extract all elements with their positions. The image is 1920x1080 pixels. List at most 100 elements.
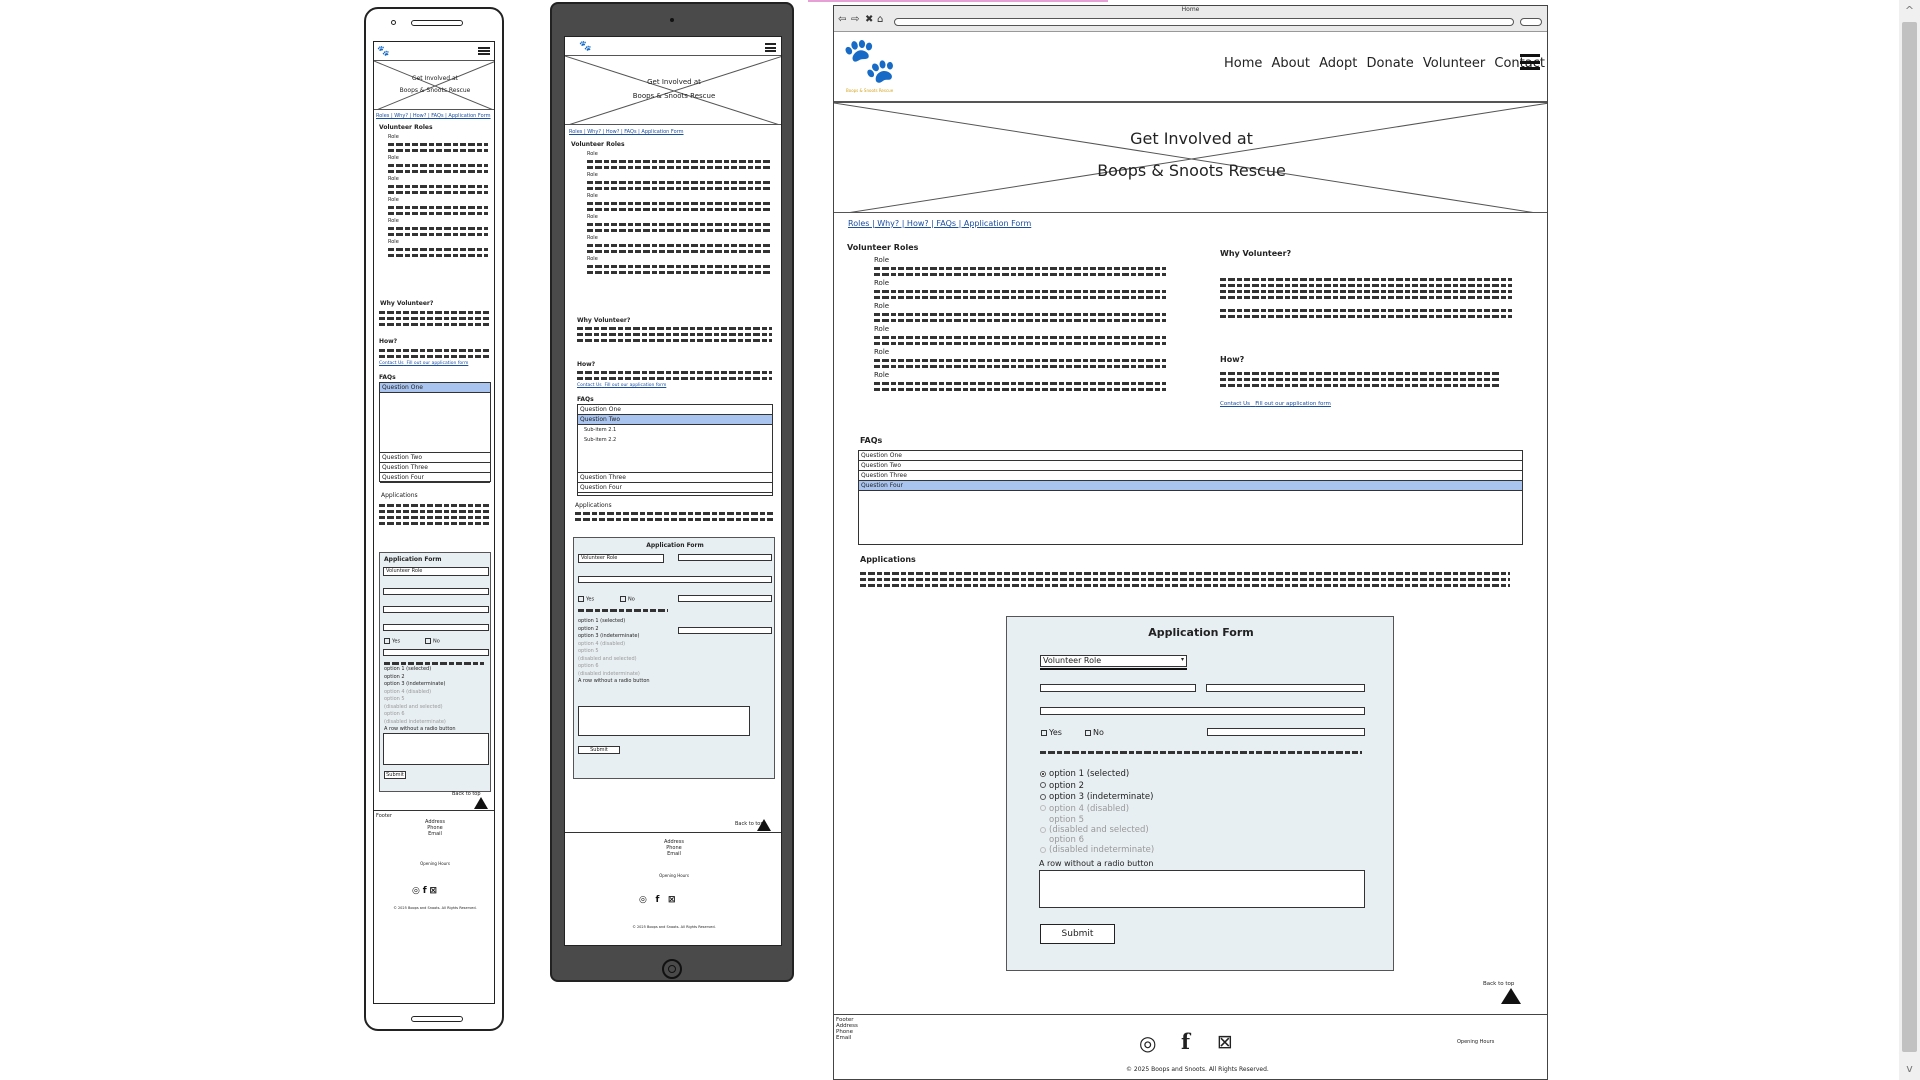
facebook-icon[interactable]: f bbox=[1181, 1029, 1190, 1054]
faq-accordion[interactable]: Question One Question Two Question Three… bbox=[858, 450, 1523, 545]
phone-hero-line1: Get Involved at bbox=[411, 75, 459, 82]
tablet-hero: Get Involved at Boops & Snoots Rescue bbox=[565, 55, 781, 125]
form-input-wide[interactable] bbox=[1040, 707, 1365, 715]
tablet-form-input[interactable] bbox=[678, 554, 772, 561]
url-bar[interactable] bbox=[894, 18, 1514, 26]
phone-anchor-links[interactable]: Roles | Why? | How? | FAQs | Application… bbox=[376, 113, 491, 119]
form-input-third[interactable] bbox=[1207, 728, 1365, 736]
nav-volunteer[interactable]: Volunteer bbox=[1423, 56, 1485, 71]
tablet-form-textarea[interactable] bbox=[578, 706, 750, 736]
phone-back-to-top-icon[interactable] bbox=[474, 797, 488, 809]
tablet-social-icons[interactable]: ◎ f ⊠ bbox=[639, 895, 676, 905]
faq-question-four[interactable]: Question Four bbox=[380, 473, 490, 483]
no-checkbox[interactable]: No bbox=[1085, 728, 1104, 737]
tablet-volunteer-role-select[interactable]: Volunteer Role bbox=[578, 554, 664, 563]
select-underline bbox=[1040, 668, 1187, 670]
faq-question-two[interactable]: Question Two bbox=[380, 453, 490, 463]
phone-volunteer-role-select[interactable]: Volunteer Role bbox=[383, 567, 489, 576]
phone-submit-button[interactable]: Submit bbox=[384, 771, 406, 779]
scroll-down-icon[interactable]: v bbox=[1902, 1062, 1917, 1076]
tablet-why-text bbox=[577, 324, 772, 345]
contact-links[interactable]: Contact Us Fill out our application form bbox=[1220, 401, 1331, 407]
tablet-contact-links[interactable]: Contact Us Fill out our application form bbox=[577, 383, 666, 388]
forward-icon[interactable]: ⇨ bbox=[851, 14, 859, 25]
phone-form-input[interactable] bbox=[383, 588, 489, 595]
search-pill[interactable] bbox=[1520, 18, 1542, 26]
section-anchor-links[interactable]: Roles | Why? | How? | FAQs | Application… bbox=[848, 219, 1031, 228]
x-icon[interactable]: ⊠ bbox=[1217, 1031, 1233, 1053]
nav-home[interactable]: Home bbox=[1224, 56, 1262, 71]
phone-hero: Get Involved at Boops & Snoots Rescue bbox=[374, 60, 494, 110]
phone-social-icons[interactable]: ◎ f ⊠ bbox=[412, 886, 437, 896]
phone-no-checkbox[interactable]: No bbox=[425, 638, 440, 645]
phone-form-input[interactable] bbox=[383, 624, 489, 631]
stop-icon[interactable]: ✖ bbox=[865, 14, 873, 25]
faq-question-two[interactable]: Question Two bbox=[578, 415, 772, 425]
hamburger-menu-icon[interactable] bbox=[1520, 54, 1540, 70]
tablet-hamburger-icon[interactable] bbox=[765, 43, 776, 52]
faq-question-two[interactable]: Question Two bbox=[859, 461, 1522, 471]
phone-faq-accordion[interactable]: Question One Question Two Question Three… bbox=[379, 382, 491, 483]
tablet-form-input[interactable] bbox=[678, 595, 772, 602]
tablet-yes-checkbox[interactable]: Yes bbox=[578, 596, 594, 603]
nav-about[interactable]: About bbox=[1272, 56, 1310, 71]
back-to-top-label[interactable]: Back to top bbox=[1483, 981, 1514, 987]
faqs-heading: FAQs bbox=[860, 436, 883, 445]
tablet-applications-text bbox=[575, 509, 775, 524]
faq-question-four[interactable]: Question Four bbox=[859, 481, 1522, 491]
contact-us-link[interactable]: Contact Us bbox=[1220, 401, 1250, 407]
tablet-radio-group[interactable]: option 1 (selected) option 2 option 3 (i… bbox=[578, 618, 650, 686]
role-label: Role bbox=[388, 155, 399, 161]
hero-banner: Get Involved at Boops & Snoots Rescue bbox=[834, 101, 1547, 213]
phone-yes-checkbox[interactable]: Yes bbox=[384, 638, 400, 645]
nav-adopt[interactable]: Adopt bbox=[1319, 56, 1357, 71]
scrollbar-thumb[interactable] bbox=[1902, 22, 1917, 1052]
role-label: Role bbox=[874, 325, 890, 333]
chevron-down-icon[interactable]: ▾ bbox=[1181, 656, 1184, 663]
phone-radio-group[interactable]: option 1 (selected) option 2 option 3 (i… bbox=[384, 666, 456, 734]
copyright: © 2025 Boops and Snoots. All Rights Rese… bbox=[1126, 1066, 1269, 1073]
faq-question-three[interactable]: Question Three bbox=[859, 471, 1522, 481]
faq-question-one[interactable]: Question One bbox=[380, 383, 490, 393]
tablet-no-checkbox[interactable]: No bbox=[620, 596, 635, 603]
tablet-submit-button[interactable]: Submit bbox=[578, 746, 620, 754]
facebook-icon: f bbox=[422, 886, 427, 896]
tablet-form-input[interactable] bbox=[678, 627, 772, 634]
faq-question-three[interactable]: Question Three bbox=[380, 463, 490, 473]
form-input-second[interactable] bbox=[1206, 684, 1365, 692]
scroll-up-icon[interactable]: ^ bbox=[1902, 4, 1917, 18]
faq-question-four[interactable]: Question Four bbox=[578, 483, 772, 493]
home-icon[interactable]: ⌂ bbox=[877, 14, 883, 25]
tablet-anchor-links[interactable]: Roles | Why? | How? | FAQs | Application… bbox=[569, 129, 684, 135]
back-icon[interactable]: ⇦ bbox=[838, 14, 846, 25]
faq-question-one[interactable]: Question One bbox=[859, 451, 1522, 461]
form-input-first[interactable] bbox=[1040, 684, 1196, 692]
tablet-faqs-heading: FAQs bbox=[577, 396, 594, 403]
phone-form-input[interactable] bbox=[383, 606, 489, 613]
phone-form-input[interactable] bbox=[383, 649, 489, 656]
phone-contact-links[interactable]: Contact Us Fill out our application form bbox=[379, 361, 468, 366]
instagram-icon[interactable]: ◎ bbox=[1139, 1031, 1156, 1055]
back-to-top-icon[interactable] bbox=[1501, 988, 1521, 1004]
nav-donate[interactable]: Donate bbox=[1366, 56, 1413, 71]
phone-why-text bbox=[379, 308, 489, 329]
phone-form-textarea[interactable] bbox=[383, 733, 489, 765]
faq-question-three[interactable]: Question Three bbox=[578, 473, 772, 483]
phone-hamburger-icon[interactable] bbox=[478, 47, 490, 55]
radio-group[interactable]: option 1 (selected) option 2 option 3 (i… bbox=[1040, 769, 1154, 855]
radio-option-1: option 1 (selected) bbox=[1040, 769, 1154, 781]
footer: Footer Address Phone Email ◎ f ⊠ Opening Ho… bbox=[834, 1014, 1547, 1079]
submit-button[interactable]: Submit bbox=[1040, 924, 1115, 944]
phone-faqs-heading: FAQs bbox=[379, 374, 396, 381]
application-form-link[interactable]: Fill out our application form bbox=[1255, 401, 1331, 407]
tablet-back-to-top-icon[interactable] bbox=[757, 819, 771, 831]
faq-question-one[interactable]: Question One bbox=[578, 405, 772, 415]
volunteer-role-select[interactable]: Volunteer Role bbox=[1040, 655, 1187, 667]
tablet-faq-accordion[interactable]: Question One Question Two Sub-item 2.1 Su… bbox=[577, 404, 773, 496]
form-textarea[interactable] bbox=[1039, 870, 1365, 908]
phone-screen: 🐾 Get Involved at Boops & Snoots Rescue … bbox=[373, 41, 495, 1004]
phone-roles-heading: Volunteer Roles bbox=[379, 124, 433, 131]
tablet-form-input[interactable] bbox=[578, 576, 772, 583]
hero-line1: Get Involved at bbox=[1130, 129, 1253, 148]
yes-checkbox[interactable]: Yes bbox=[1041, 728, 1062, 737]
